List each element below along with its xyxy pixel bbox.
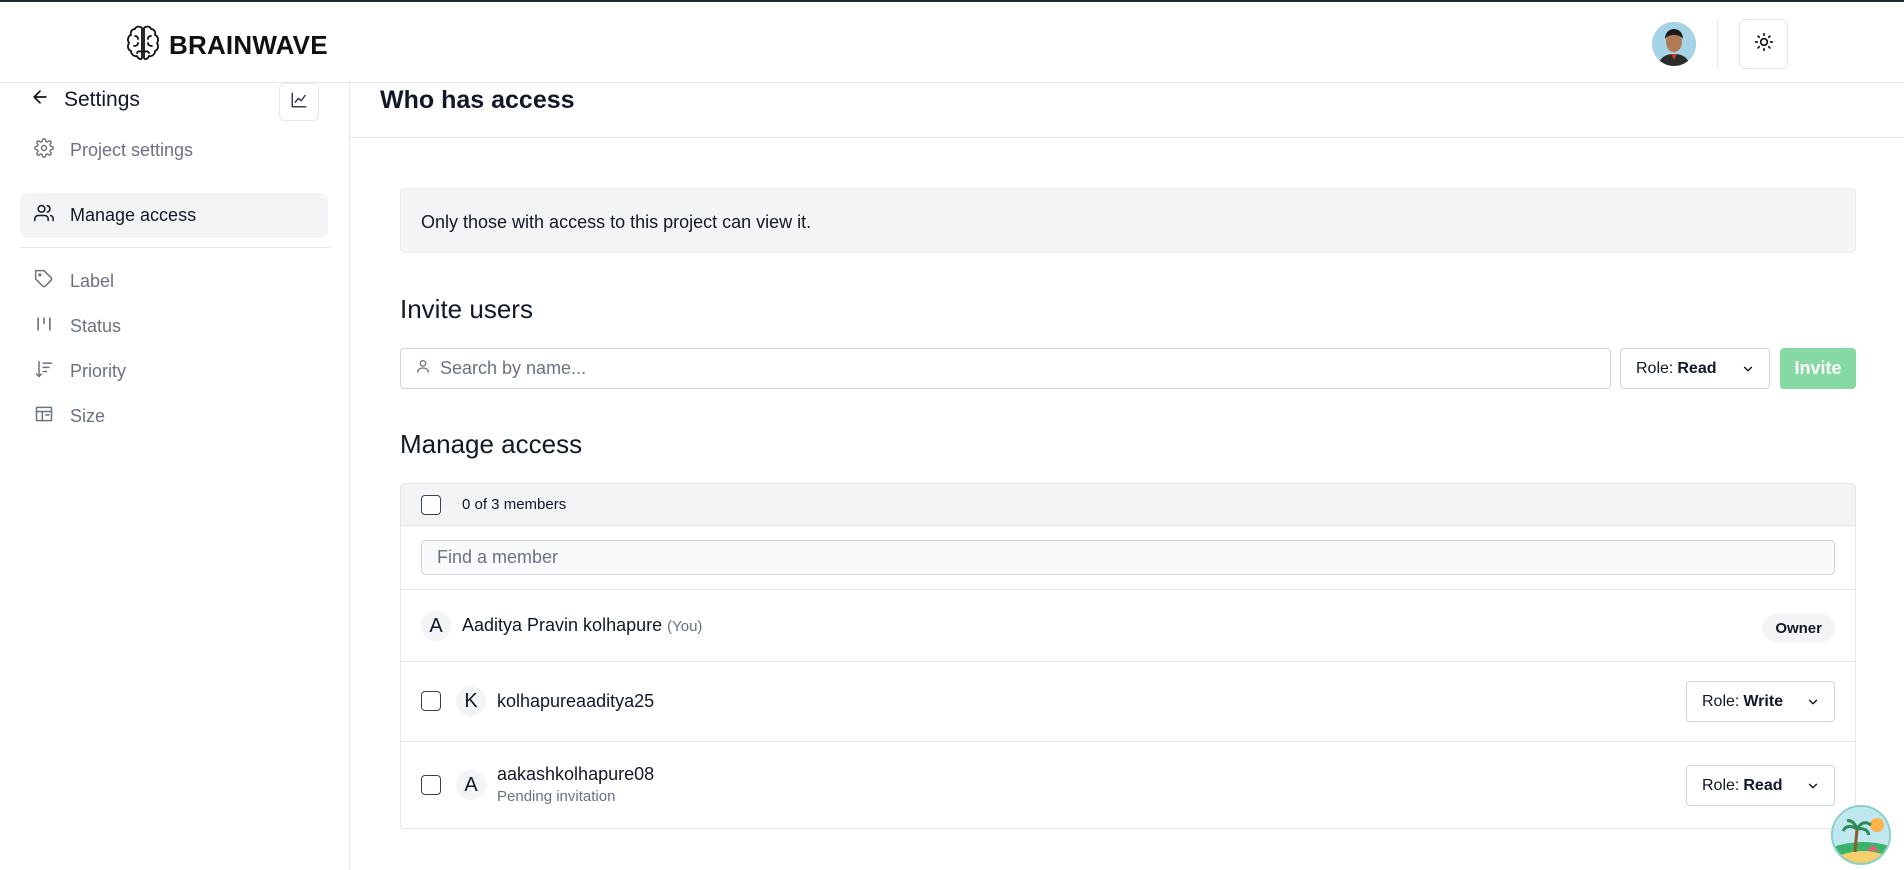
analytics-button[interactable]	[279, 83, 319, 121]
member-row: A Aaditya Pravin kolhapure (You) Owner	[401, 589, 1855, 661]
sun-icon	[1754, 32, 1774, 57]
members-table-header: 0 of 3 members	[401, 484, 1855, 526]
member-checkbox[interactable]	[421, 775, 441, 795]
gear-icon	[34, 138, 54, 163]
members-table: 0 of 3 members A Aaditya Pravin kolhapur…	[400, 483, 1856, 829]
sidebar-item-label: Status	[70, 316, 122, 336]
member-name-line: Aaditya Pravin kolhapure (You)	[462, 615, 702, 636]
member-avatar: A	[456, 770, 486, 800]
sidebar-item-size[interactable]: Size	[20, 394, 328, 439]
sidebar-divider	[20, 247, 330, 248]
you-tag: (You)	[667, 618, 703, 635]
member-name: Aaditya Pravin kolhapure	[462, 615, 663, 635]
role-prefix: Role:	[1702, 692, 1740, 710]
member-avatar: K	[456, 686, 486, 716]
role-value: Read	[1743, 776, 1783, 794]
role-prefix: Role:	[1636, 359, 1674, 377]
member-row: A aakashkolhapure08 Pending invitation R…	[401, 741, 1855, 828]
role-prefix: Role:	[1702, 776, 1740, 794]
member-avatar: A	[421, 611, 451, 641]
invite-button[interactable]: Invite	[1780, 348, 1856, 389]
sidebar-item-priority[interactable]: Priority	[20, 349, 328, 394]
sidebar-item-label: Project settings	[70, 140, 194, 160]
layout-icon	[34, 404, 54, 429]
app-header: BRAINWAVE	[0, 2, 1904, 83]
line-chart-icon	[290, 91, 308, 114]
priority-icon	[34, 359, 54, 384]
sidebar-item-label-settings[interactable]: Label	[20, 259, 328, 304]
sidebar-item-manage-access[interactable]: Manage access	[20, 193, 328, 238]
settings-sidebar: Settings Project settings Manage access …	[0, 83, 350, 870]
invite-search-field[interactable]	[400, 348, 1611, 389]
find-member-input[interactable]	[437, 547, 1817, 568]
chevron-down-icon	[1741, 362, 1755, 381]
sidebar-item-label: Priority	[70, 361, 127, 381]
floating-assistant-button[interactable]	[1831, 805, 1891, 865]
pending-invitation-label: Pending invitation	[497, 788, 616, 805]
role-value: Read	[1677, 359, 1717, 377]
user-avatar[interactable]	[1652, 22, 1696, 66]
sidebar-item-project-settings[interactable]: Project settings	[20, 128, 328, 173]
arrow-left-icon[interactable]	[30, 87, 50, 112]
brand-logo[interactable]: BRAINWAVE	[125, 24, 328, 67]
member-name: aakashkolhapure08	[497, 764, 655, 784]
brain-icon	[125, 24, 161, 67]
sidebar-item-status[interactable]: Status	[20, 304, 328, 349]
member-checkbox[interactable]	[421, 691, 441, 711]
member-name: kolhapureaaditya25	[497, 691, 655, 711]
sidebar-title: Settings	[64, 87, 140, 111]
find-member-field[interactable]	[421, 540, 1835, 575]
status-icon	[34, 314, 54, 339]
member-row: K kolhapureaaditya25 Role: Write	[401, 661, 1855, 741]
sidebar-item-label: Size	[70, 406, 106, 426]
member-role-select[interactable]: Role: Read	[1686, 765, 1835, 806]
invite-search-input[interactable]	[440, 358, 1540, 379]
theme-toggle-button[interactable]	[1739, 19, 1788, 69]
access-notice: Only those with access to this project c…	[400, 188, 1856, 253]
member-role-select[interactable]: Role: Write	[1686, 681, 1835, 722]
sidebar-item-label: Manage access	[70, 205, 197, 225]
user-icon	[415, 357, 431, 380]
manage-access-heading: Manage access	[400, 429, 583, 459]
header-divider	[1717, 20, 1718, 68]
users-icon	[34, 203, 54, 228]
brand-name: BRAINWAVE	[169, 30, 328, 60]
invite-role-select[interactable]: Role: Read	[1620, 348, 1770, 389]
main-header: Who has access	[350, 83, 1904, 138]
select-all-checkbox[interactable]	[421, 495, 441, 515]
chevron-down-icon	[1806, 695, 1820, 714]
tag-icon	[34, 269, 54, 294]
page-title: Who has access	[380, 86, 575, 114]
invite-users-heading: Invite users	[400, 294, 533, 324]
owner-badge: Owner	[1762, 614, 1835, 642]
chevron-down-icon	[1806, 779, 1820, 798]
sidebar-item-label: Label	[70, 271, 115, 291]
role-value: Write	[1743, 692, 1784, 710]
sidebar-header: Settings	[30, 87, 140, 112]
member-count: 0 of 3 members	[462, 496, 567, 513]
